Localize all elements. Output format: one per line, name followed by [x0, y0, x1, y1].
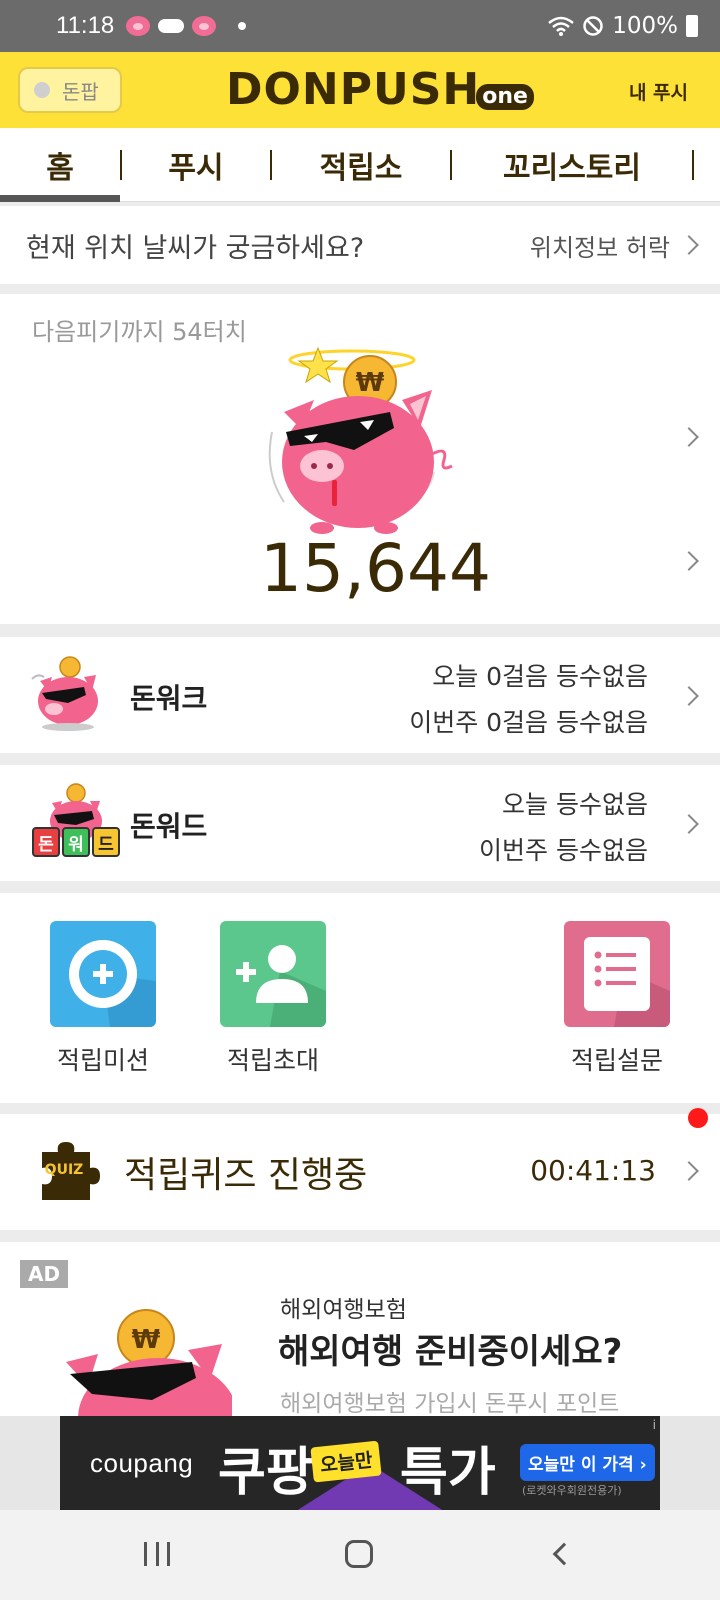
banner-title-2: 특가 [400, 1443, 496, 1503]
donword-blocks: 돈 워 드 [32, 827, 120, 857]
toggle-knob [34, 82, 50, 98]
status-time: 11:18 [56, 12, 115, 39]
banner-fineprint: (로켓와우회원전용가) [522, 1484, 622, 1497]
svg-text:₩: ₩ [356, 368, 385, 398]
earn-survey-button[interactable]: 적립설문 [564, 921, 670, 1077]
home-icon[interactable] [345, 1540, 373, 1568]
earn-mission-button[interactable]: 적립미션 [50, 921, 156, 1077]
ad-headline: 해외여행 준비중이세요? [278, 1332, 623, 1372]
tab-earn[interactable]: 적립소 [272, 128, 450, 202]
donword-row[interactable]: 돈 워 드 돈워드 오늘 등수없음 이번주 등수없음 [0, 765, 720, 881]
earn-survey-label: 적립설문 [570, 1046, 663, 1075]
donwalk-pig-icon [31, 656, 98, 731]
svg-text:₩: ₩ [132, 1325, 161, 1355]
donpop-toggle[interactable]: 돈팝 [18, 67, 122, 113]
donwalk-week: 이번주 0걸음 등수없음 [409, 708, 648, 737]
recent-apps-icon[interactable] [144, 1542, 170, 1566]
wifi-icon [548, 16, 575, 36]
word-block: 워 [62, 827, 90, 857]
status-bar: 11:18 100% [0, 0, 720, 52]
chevron-right-icon [679, 1161, 699, 1181]
chevron-right-icon [679, 551, 699, 571]
ad-pig-icon: ₩ [66, 1309, 232, 1416]
location-permission-link[interactable]: 위치정보 허락 [530, 228, 670, 263]
tab-home[interactable]: 홈 [0, 128, 120, 202]
logo-main: DONPUSH [226, 64, 481, 115]
quiz-puzzle-icon: QUIZ [42, 1142, 100, 1200]
donword-today: 오늘 등수없음 [502, 790, 648, 819]
donwalk-today: 오늘 0걸음 등수없음 [432, 662, 648, 691]
add-person-icon [220, 921, 326, 1027]
do-not-disturb-icon [583, 16, 603, 36]
more-notifications-dot-icon [238, 22, 247, 30]
donpush-logo: DONPUSH one [226, 64, 534, 116]
quiz-timer: 00:41:13 [530, 1154, 656, 1187]
donpush-notification-icon [192, 16, 217, 36]
donpush-notification-icon [126, 16, 151, 36]
chevron-right-icon [679, 235, 699, 255]
ad-badge: AD [20, 1260, 69, 1288]
svg-text:QUIZ: QUIZ [45, 1162, 84, 1178]
battery-icon [686, 15, 698, 37]
donwalk-row[interactable]: 돈워크 오늘 0걸음 등수없음 이번주 0걸음 등수없음 [0, 637, 720, 753]
my-push-button[interactable]: 내 푸시 [629, 78, 688, 105]
plus-circle-icon [50, 921, 156, 1027]
coupang-banner-ad[interactable]: coupang 쿠팡 오늘만 특가 오늘만 이 가격 › (로켓와우회원전용가)… [60, 1416, 660, 1510]
earn-quiz-row[interactable]: QUIZ 적립퀴즈 진행중 00:41:13 [0, 1108, 720, 1230]
weather-question: 현재 위치 날씨가 궁금하세요? [26, 232, 365, 264]
donwalk-label: 돈워크 [130, 682, 208, 715]
banner-cta-button[interactable]: 오늘만 이 가격 › [520, 1444, 655, 1481]
tab-push[interactable]: 푸시 [122, 128, 270, 202]
word-block: 돈 [32, 827, 60, 857]
app-header: 돈팝 DONPUSH one 내 푸시 [0, 52, 720, 128]
cloud-icon [158, 19, 185, 33]
ad-card[interactable]: AD ₩ 해외여행보험 해외여행 준비중이세요? 해외여행보험 가입시 돈푸시 … [0, 1242, 720, 1416]
banner-ad-area: coupang 쿠팡 오늘만 특가 오늘만 이 가격 › (로켓와우회원전용가)… [0, 1416, 720, 1510]
earn-mission-label: 적립미션 [56, 1046, 149, 1075]
point-balance: 15,644 [260, 530, 491, 607]
banner-title-1: 쿠팡 [218, 1443, 314, 1503]
notification-icons [126, 16, 247, 36]
chevron-right-icon [679, 814, 699, 834]
word-block: 드 [92, 827, 120, 857]
piggy-character-icon[interactable]: ₩ [262, 342, 462, 542]
system-nav-bar [0, 1510, 720, 1600]
earn-menu: 적립미션 적립초대 적립설문 [0, 893, 720, 1103]
donpop-toggle-label: 돈팝 [62, 79, 99, 104]
banner-today-badge: 오늘만 [310, 1440, 383, 1483]
survey-list-icon [564, 921, 670, 1027]
battery-percent: 100% [612, 13, 678, 39]
donword-label: 돈워드 [130, 810, 208, 843]
tab-tail-story[interactable]: 꼬리스토리 [452, 128, 692, 202]
earn-invite-label: 적립초대 [226, 1046, 319, 1075]
piggy-bank-card[interactable]: 다음피기까지 54터치 ₩ 15,644 [0, 294, 720, 624]
new-alert-dot [688, 1108, 708, 1128]
ad-description: 해외여행보험 가입시 돈푸시 포인트 [280, 1391, 620, 1416]
coupang-logo: coupang [90, 1448, 194, 1478]
weather-location-row[interactable]: 현재 위치 날씨가 궁금하세요? 위치정보 허락 [0, 206, 720, 284]
back-icon[interactable] [552, 1542, 576, 1566]
tab-divider [692, 149, 694, 180]
chevron-right-icon [679, 427, 699, 447]
status-right: 100% [548, 13, 698, 39]
logo-sub: one [476, 84, 534, 110]
donword-week: 이번주 등수없음 [479, 836, 648, 865]
next-piggy-text: 다음피기까지 54터치 [32, 318, 247, 346]
chevron-right-icon [679, 686, 699, 706]
quiz-label: 적립퀴즈 진행중 [124, 1155, 368, 1196]
ad-category: 해외여행보험 [280, 1297, 407, 1323]
earn-invite-button[interactable]: 적립초대 [220, 921, 326, 1077]
main-tabs: 홈 푸시 적립소 꼬리스토리 [0, 128, 720, 202]
ad-info-icon[interactable]: i [653, 1418, 656, 1432]
